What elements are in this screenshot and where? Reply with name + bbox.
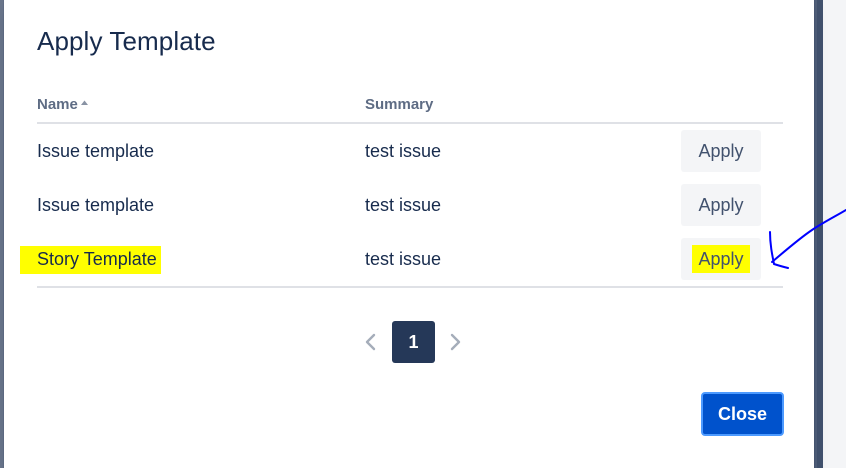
table-row: Story Template test issue Apply bbox=[20, 232, 783, 286]
chevron-right-icon[interactable] bbox=[445, 331, 465, 353]
table-row: Issue template test issue Apply bbox=[37, 124, 783, 178]
template-name: Issue template bbox=[37, 141, 155, 161]
apply-button[interactable]: Apply bbox=[681, 130, 761, 172]
apply-button-story-template[interactable]: Apply bbox=[681, 238, 761, 280]
templates-table: Name Summary Issue template test issue A… bbox=[20, 86, 783, 288]
template-summary: test issue bbox=[365, 195, 442, 215]
close-button[interactable]: Close bbox=[701, 392, 784, 436]
highlighted-template-name: Story Template bbox=[20, 246, 161, 274]
template-summary: test issue bbox=[365, 249, 442, 269]
template-summary: test issue bbox=[365, 141, 442, 161]
apply-button[interactable]: Apply bbox=[681, 184, 761, 226]
sort-ascending-icon bbox=[80, 100, 88, 105]
column-header-name[interactable]: Name bbox=[37, 96, 88, 113]
pagination: 1 bbox=[359, 321, 469, 363]
column-header-summary: Summary bbox=[365, 96, 434, 113]
template-name: Story Template bbox=[20, 246, 161, 274]
column-header-name-label: Name bbox=[37, 96, 78, 113]
table-header: Name Summary bbox=[37, 86, 783, 124]
dialog-title: Apply Template bbox=[37, 26, 216, 56]
annotation-arrow-icon bbox=[769, 209, 846, 269]
apply-template-dialog: Apply Template Name Summary Issue templa… bbox=[4, 0, 814, 468]
highlighted-apply-label: Apply bbox=[692, 244, 750, 273]
table-bottom-divider bbox=[37, 286, 783, 288]
page-button-current[interactable]: 1 bbox=[392, 321, 435, 363]
chevron-left-icon[interactable] bbox=[361, 331, 381, 353]
template-name: Issue template bbox=[37, 195, 155, 215]
table-row: Issue template test issue Apply bbox=[37, 178, 783, 232]
